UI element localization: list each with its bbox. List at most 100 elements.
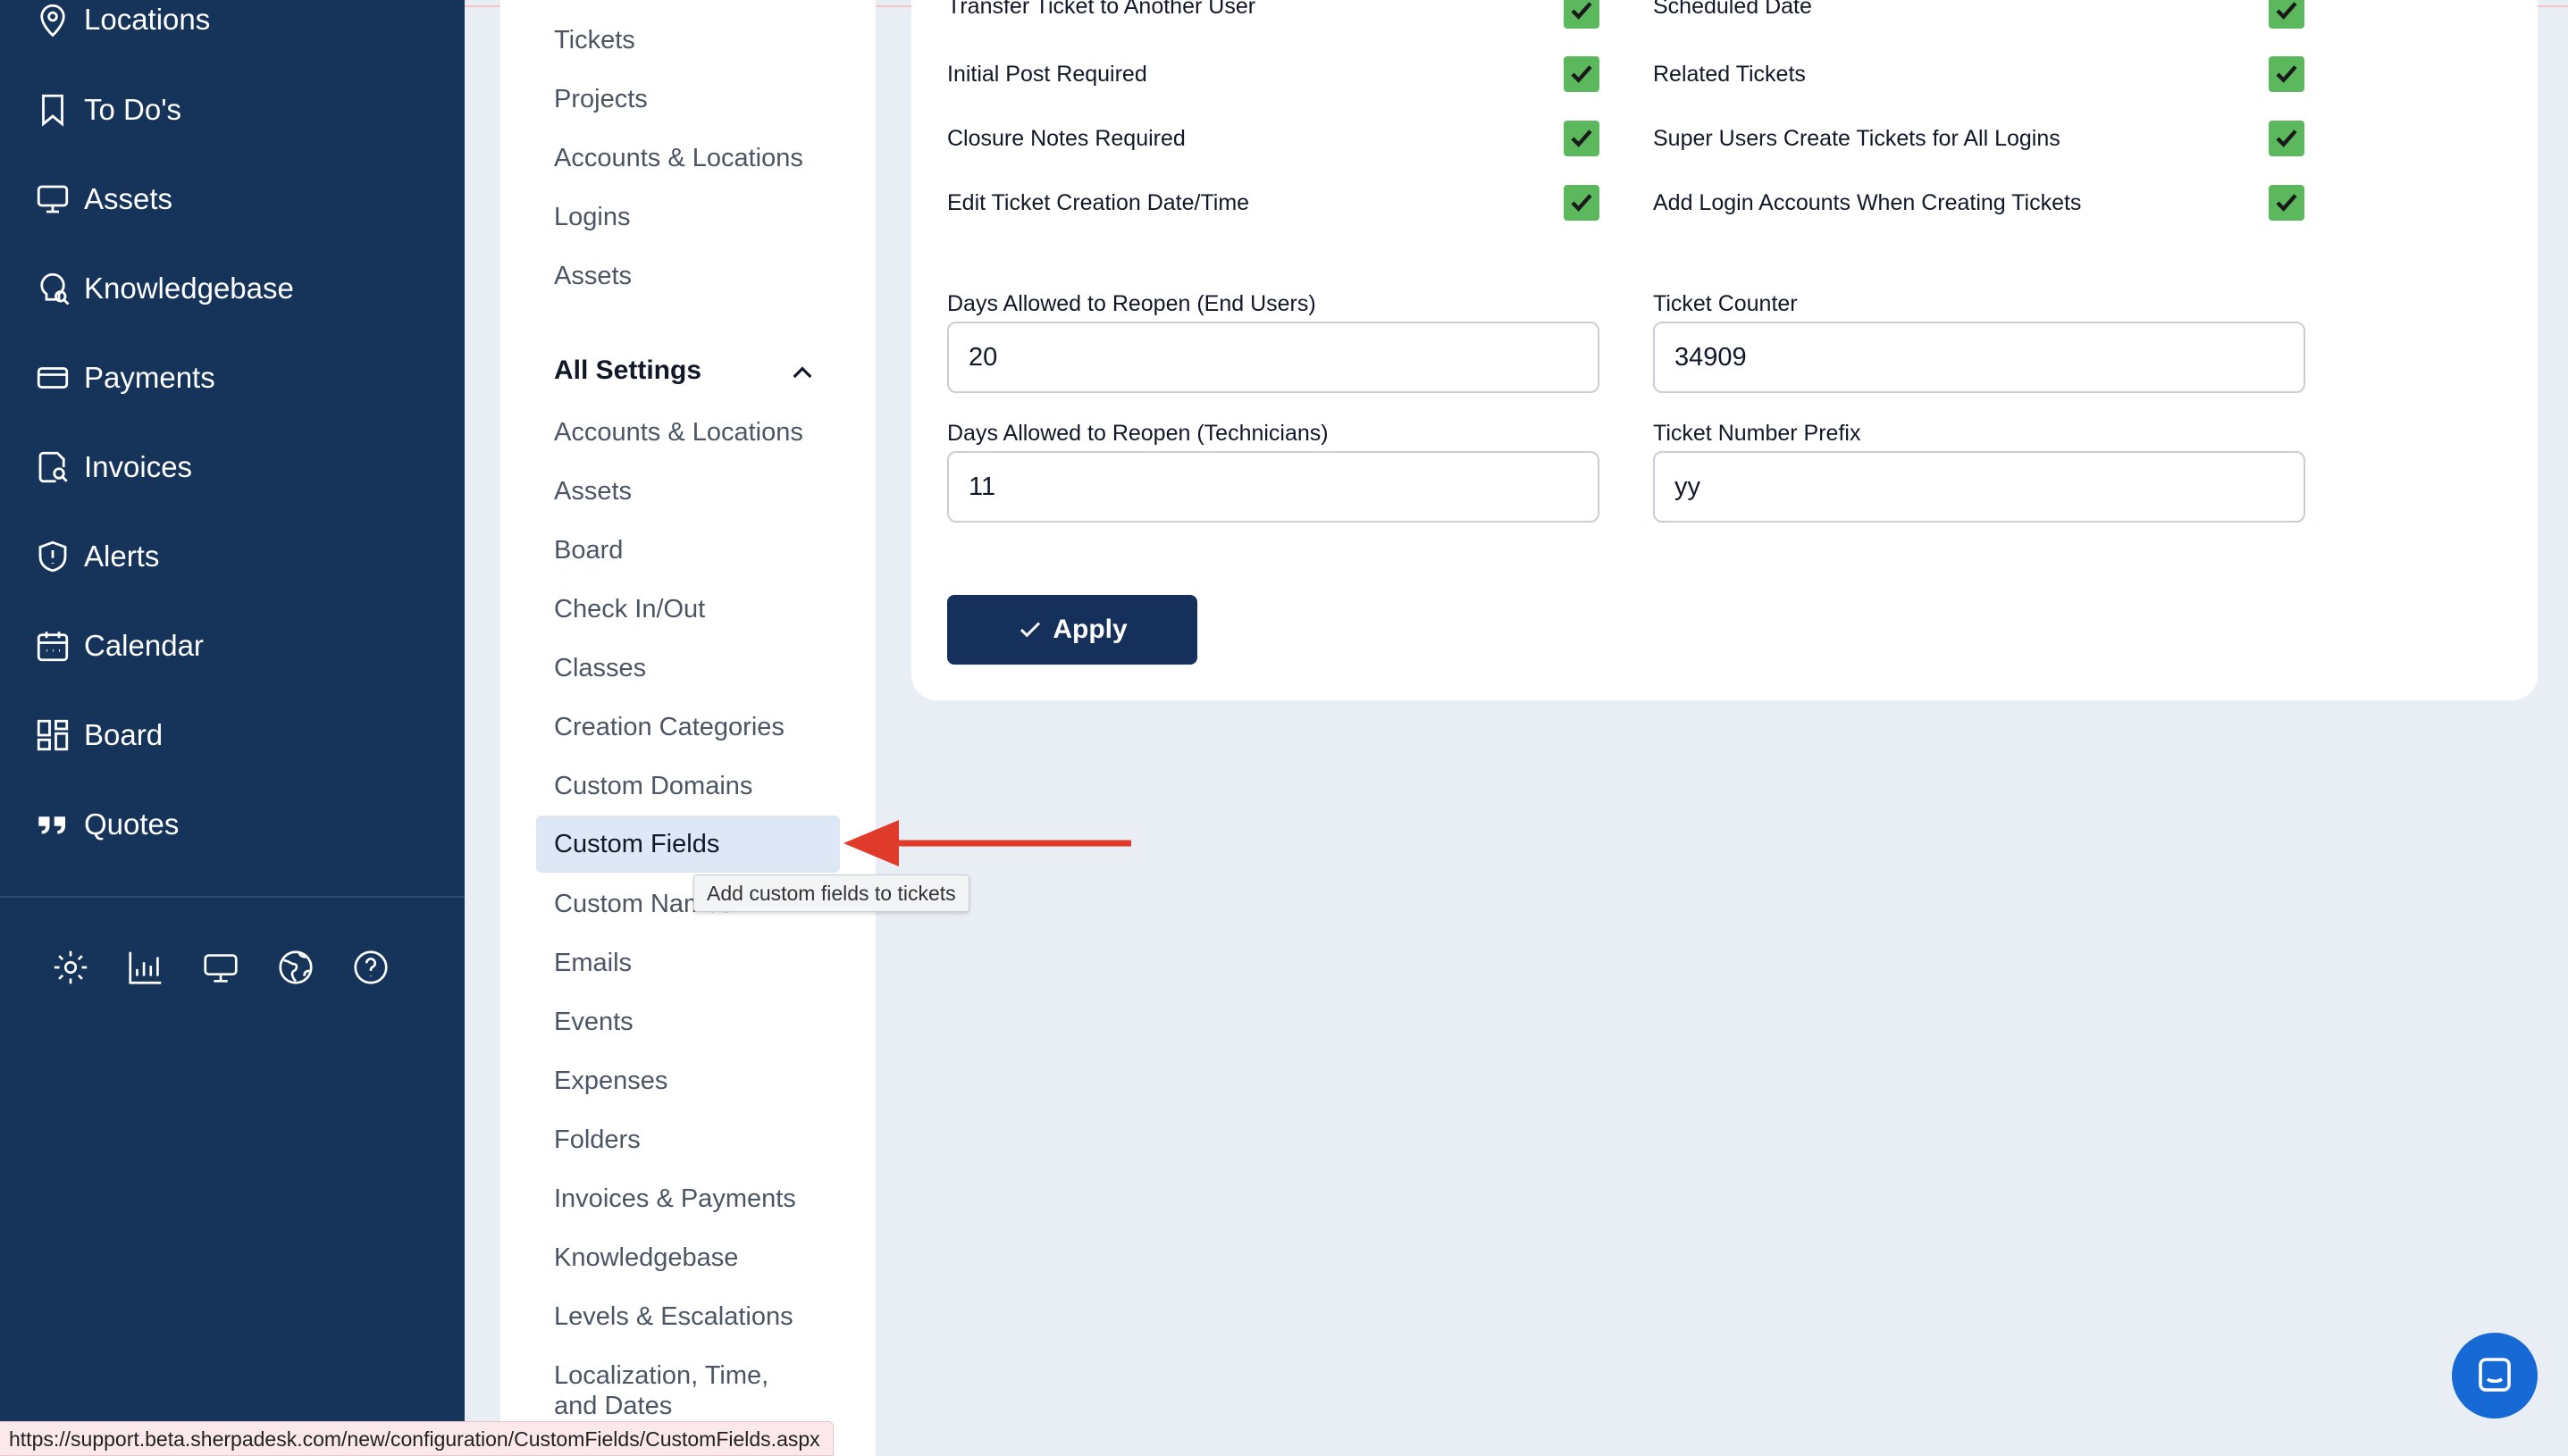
settings-link-emails[interactable]: Emails bbox=[554, 947, 632, 979]
settings-link-assets-2[interactable]: Assets bbox=[554, 475, 632, 507]
sidebar-item-invoices[interactable]: Invoices bbox=[34, 440, 192, 494]
settings-link-accounts-locations-2[interactable]: Accounts & Locations bbox=[554, 416, 803, 448]
gear-icon[interactable] bbox=[50, 947, 91, 988]
ticket-prefix-input[interactable] bbox=[1653, 451, 2305, 523]
apply-button-label: Apply bbox=[1053, 615, 1128, 644]
sidebar-item-label: Quotes bbox=[84, 807, 180, 841]
checkmark-icon bbox=[2276, 130, 2297, 147]
option-label: Closure Notes Required bbox=[947, 126, 1186, 151]
settings-link-localization[interactable]: Localization, Time, bbox=[554, 1360, 768, 1392]
option-label: Add Login Accounts When Creating Tickets bbox=[1653, 190, 2082, 215]
chevron-up-icon[interactable] bbox=[788, 359, 817, 388]
sidebar-item-label: Payments bbox=[84, 361, 215, 394]
checkmark-icon bbox=[1020, 622, 1041, 638]
settings-link-projects[interactable]: Projects bbox=[554, 83, 648, 115]
settings-link-logins[interactable]: Logins bbox=[554, 201, 630, 233]
sidebar-item-label: Invoices bbox=[84, 450, 193, 483]
settings-link-board[interactable]: Board bbox=[554, 534, 623, 566]
sidebar-item-board[interactable]: Board bbox=[34, 708, 163, 762]
monitor-icon bbox=[37, 185, 69, 213]
checkmark-icon bbox=[2276, 194, 2297, 212]
sidebar-item-knowledgebase[interactable]: Knowledgebase bbox=[34, 262, 294, 315]
settings-link-custom-domains[interactable]: Custom Domains bbox=[554, 770, 752, 802]
sidebar-item-label: Calendar bbox=[84, 629, 204, 662]
reopen-end-users-input[interactable] bbox=[947, 322, 1599, 393]
chart-icon[interactable] bbox=[125, 947, 166, 988]
settings-link-events[interactable]: Events bbox=[554, 1006, 634, 1038]
settings-link-levels-escalations[interactable]: Levels & Escalations bbox=[554, 1301, 793, 1333]
sidebar-item-locations[interactable]: Locations bbox=[34, 0, 210, 46]
settings-link-assets[interactable]: Assets bbox=[554, 260, 632, 292]
status-bar-url: https://support.beta.sherpadesk.com/new/… bbox=[0, 1421, 834, 1456]
shield-alert-icon bbox=[38, 540, 67, 573]
checkmark-icon bbox=[1571, 130, 1592, 147]
sidebar-item-label: Knowledgebase bbox=[84, 272, 294, 305]
checkbox-edit-creation-date[interactable] bbox=[1564, 185, 1599, 221]
settings-link-accounts-locations[interactable]: Accounts & Locations bbox=[554, 142, 803, 174]
settings-link-invoices-payments[interactable]: Invoices & Payments bbox=[554, 1183, 796, 1215]
reopen-end-users-label: Days Allowed to Reopen (End Users) bbox=[947, 291, 1316, 316]
checkbox-related-tickets[interactable] bbox=[2269, 56, 2304, 92]
sidebar-item-todos[interactable]: To Do's bbox=[34, 83, 181, 137]
settings-link-folders[interactable]: Folders bbox=[554, 1124, 641, 1156]
checkbox-add-login-accounts[interactable] bbox=[2269, 185, 2304, 221]
ticket-counter-input[interactable] bbox=[1653, 322, 2305, 393]
annotation-arrow-icon bbox=[843, 820, 1131, 866]
sidebar-item-assets[interactable]: Assets bbox=[34, 172, 172, 226]
sidebar-item-alerts[interactable]: Alerts bbox=[34, 530, 159, 583]
checkbox-scheduled-date[interactable] bbox=[2269, 0, 2304, 29]
settings-link-tickets[interactable]: Tickets bbox=[554, 24, 635, 56]
calendar-icon bbox=[37, 632, 69, 662]
checkbox-initial-post[interactable] bbox=[1564, 56, 1599, 92]
option-label: Initial Post Required bbox=[947, 62, 1147, 87]
apply-button[interactable]: Apply bbox=[947, 595, 1197, 665]
bookmark-icon bbox=[42, 94, 63, 127]
custom-fields-tooltip: Add custom fields to tickets bbox=[693, 874, 969, 912]
sidebar-divider bbox=[0, 896, 465, 898]
checkmark-icon bbox=[1571, 2, 1592, 20]
ticket-prefix-label: Ticket Number Prefix bbox=[1653, 421, 1861, 446]
sidebar-item-quotes[interactable]: Quotes bbox=[34, 798, 179, 851]
checkbox-closure-notes[interactable] bbox=[1564, 121, 1599, 156]
sidebar-item-label: Assets bbox=[84, 182, 173, 215]
settings-link-expenses[interactable]: Expenses bbox=[554, 1065, 667, 1097]
settings-link-localization-line2[interactable]: and Dates bbox=[554, 1390, 672, 1422]
reopen-technicians-label: Days Allowed to Reopen (Technicians) bbox=[947, 421, 1329, 446]
globe-icon[interactable] bbox=[275, 947, 316, 988]
checkbox-super-users[interactable] bbox=[2269, 121, 2304, 156]
sidebar-item-calendar[interactable]: Calendar bbox=[34, 619, 204, 673]
sidebar-item-label: Alerts bbox=[84, 540, 160, 573]
main-sidebar: Locations To Do's Assets Knowledgebase P… bbox=[0, 0, 465, 1456]
location-pin-icon bbox=[40, 4, 65, 38]
checkmark-icon bbox=[1571, 194, 1592, 212]
settings-link-check-in-out[interactable]: Check In/Out bbox=[554, 593, 705, 625]
knowledgebase-icon bbox=[40, 272, 70, 305]
reopen-technicians-input[interactable] bbox=[947, 451, 1599, 523]
credit-card-icon bbox=[37, 367, 69, 389]
option-label: Super Users Create Tickets for All Login… bbox=[1653, 126, 2060, 151]
board-icon bbox=[37, 719, 69, 751]
option-label: Transfer Ticket to Another User bbox=[947, 0, 1256, 19]
quote-icon bbox=[38, 816, 65, 834]
sidebar-item-label: Board bbox=[84, 718, 164, 751]
help-icon[interactable] bbox=[350, 947, 391, 988]
settings-link-knowledgebase[interactable]: Knowledgebase bbox=[554, 1242, 738, 1274]
option-label: Scheduled Date bbox=[1653, 0, 1812, 19]
chat-icon bbox=[2479, 1358, 2511, 1392]
checkmark-icon bbox=[2276, 65, 2297, 83]
all-settings-heading[interactable]: All Settings bbox=[554, 356, 701, 386]
monitor-icon[interactable] bbox=[200, 947, 241, 988]
sidebar-item-label: Locations bbox=[84, 3, 211, 36]
invoice-search-icon bbox=[38, 451, 68, 483]
option-label: Edit Ticket Creation Date/Time bbox=[947, 190, 1250, 215]
sidebar-item-payments[interactable]: Payments bbox=[34, 351, 215, 405]
checkmark-icon bbox=[1571, 65, 1592, 83]
option-label: Related Tickets bbox=[1653, 62, 1806, 87]
sidebar-item-label: To Do's bbox=[84, 93, 182, 126]
checkbox-transfer-ticket[interactable] bbox=[1564, 0, 1599, 29]
chat-launcher-button[interactable] bbox=[2452, 1333, 2538, 1418]
settings-link-creation-categories[interactable]: Creation Categories bbox=[554, 711, 785, 743]
settings-link-custom-fields[interactable]: Custom Fields bbox=[554, 828, 719, 860]
settings-link-classes[interactable]: Classes bbox=[554, 652, 646, 684]
ticket-counter-label: Ticket Counter bbox=[1653, 291, 1798, 316]
